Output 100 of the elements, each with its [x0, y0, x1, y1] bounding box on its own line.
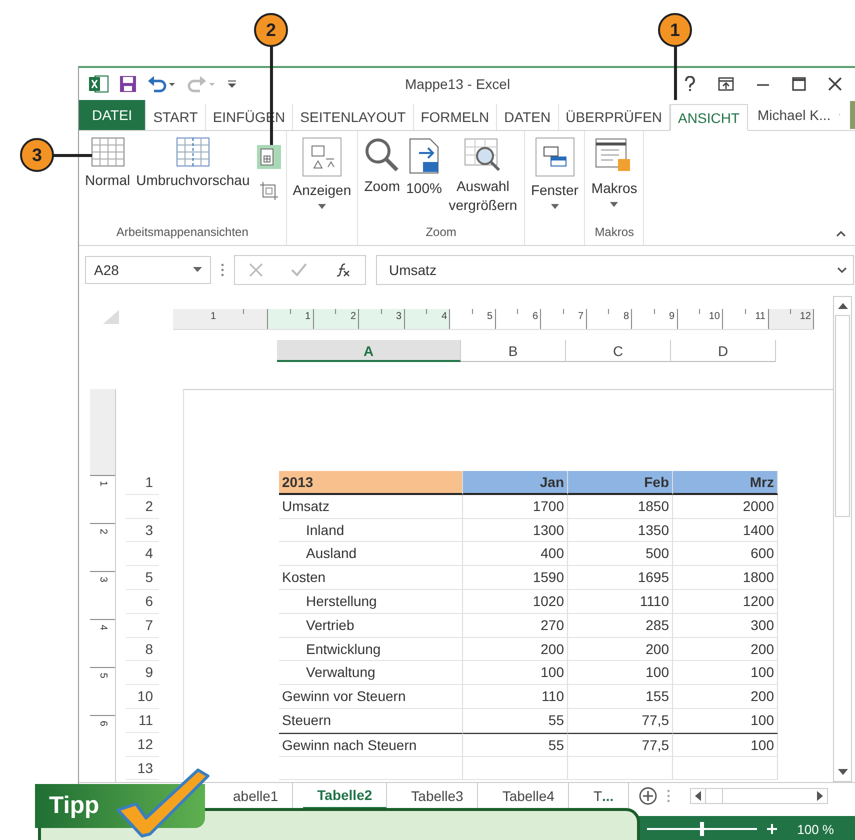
table-cell: 270	[463, 614, 568, 638]
table-cell: 200	[568, 638, 673, 662]
maximize-icon[interactable]	[792, 77, 806, 91]
column-header[interactable]: C	[566, 340, 671, 362]
ribbon-button[interactable]: Normal	[82, 135, 134, 192]
name-box[interactable]: A28	[85, 256, 211, 284]
ribbon-button[interactable]: Umbruchvorschau	[133, 135, 253, 192]
table-cell: 400	[463, 542, 568, 566]
row-header[interactable]: 10	[126, 685, 159, 709]
show-icon	[302, 137, 342, 177]
table-cell: 155	[568, 685, 673, 709]
column-header[interactable]: B	[461, 340, 566, 362]
ribbon-button[interactable]: 100%	[403, 135, 445, 200]
undo-icon[interactable]	[147, 75, 177, 93]
table-cell: Kosten	[279, 566, 463, 590]
page-arrow-icon	[407, 137, 442, 175]
ruler-number: 2	[97, 528, 108, 534]
row-header[interactable]: 9	[126, 661, 159, 686]
table-cell: 1300	[463, 518, 568, 542]
row-header[interactable]: 7	[126, 614, 159, 638]
ribbon-display-icon[interactable]	[718, 77, 734, 91]
row-header[interactable]: 5	[126, 566, 159, 590]
scroll-down-icon[interactable]	[838, 769, 848, 775]
user-name[interactable]: Michael K...	[748, 107, 839, 123]
zoom-level[interactable]: 100 %	[797, 822, 834, 836]
ribbon-button[interactable]: Auswahl vergrößern	[444, 135, 521, 217]
row-header[interactable]: 8	[126, 638, 159, 662]
formula-field[interactable]: Umsatz	[376, 255, 854, 285]
page-icon	[260, 148, 274, 166]
table-cell: 77,5	[568, 732, 673, 757]
table-cell: Feb	[568, 471, 673, 495]
ruler-number: 1	[97, 480, 108, 486]
ribbon-button[interactable]: Fenster	[528, 135, 582, 211]
zoom-slider[interactable]	[647, 822, 758, 836]
vertical-scrollbar[interactable]	[833, 296, 852, 782]
table-cell: Gewinn nach Steuern	[279, 732, 463, 757]
table-cell: 600	[673, 542, 778, 566]
ribbon-tab[interactable]: ANSICHT	[670, 104, 748, 131]
function-icon[interactable]	[335, 262, 351, 278]
leader-line	[674, 45, 677, 100]
table-cell: 1400	[673, 518, 778, 542]
table-cell: 100	[673, 661, 778, 686]
table-cell: 100	[673, 708, 778, 733]
table-cell: 100	[463, 661, 568, 686]
check-icon[interactable]	[291, 263, 307, 277]
view-button[interactable]	[256, 145, 281, 169]
column-header[interactable]: A	[277, 340, 461, 362]
table-cell: Inland	[279, 518, 463, 542]
drag-handle-icon[interactable]	[221, 263, 224, 277]
callout-marker: 3	[20, 138, 54, 172]
table-cell: 1590	[463, 566, 568, 590]
row-header[interactable]: 11	[126, 708, 159, 733]
table-cell: 100	[568, 661, 673, 686]
scroll-left-icon[interactable]	[694, 791, 701, 801]
magnifier-icon	[364, 137, 400, 173]
ruler-number: 10	[708, 310, 721, 322]
scroll-right-icon[interactable]	[816, 791, 823, 801]
group-label: Arbeitsmappenansichten	[116, 225, 248, 241]
ribbon-tab[interactable]: DATEI	[79, 100, 146, 130]
table-cell: 100	[673, 732, 778, 757]
ruler-number: 5	[97, 672, 108, 678]
row-header[interactable]: 13	[126, 756, 159, 780]
drag-handle-icon[interactable]	[666, 789, 670, 803]
table-cell: Entwicklung	[279, 638, 463, 662]
table-cell: 1200	[673, 590, 778, 614]
collapse-ribbon-icon[interactable]	[836, 230, 846, 237]
windows-icon	[534, 137, 575, 177]
row-header[interactable]: 1	[126, 471, 159, 495]
ruler-number: 9	[668, 310, 676, 322]
row-header[interactable]: 6	[126, 590, 159, 614]
customize-icon[interactable]	[227, 79, 237, 89]
ribbon-button[interactable]: Makros	[588, 135, 640, 209]
table-cell: 110	[463, 685, 568, 709]
scroll-up-icon[interactable]	[838, 303, 848, 309]
row-header[interactable]: 12	[126, 732, 159, 757]
close-icon[interactable]	[828, 77, 842, 91]
sheet-tab[interactable]: Tabelle2	[303, 783, 388, 809]
column-header[interactable]: D	[671, 340, 776, 362]
table-cell: 200	[673, 638, 778, 662]
row-header[interactable]: 2	[126, 494, 159, 519]
row-header[interactable]: 4	[126, 542, 159, 566]
table-cell: Verwaltung	[279, 661, 463, 686]
frame-icon	[260, 182, 278, 200]
window-title: Mappe13 - Excel	[404, 76, 512, 92]
table-cell: 1695	[568, 566, 673, 590]
add-sheet-icon[interactable]	[638, 787, 657, 805]
table-cell: 2013	[279, 471, 463, 495]
ruler-number: 11	[755, 310, 766, 322]
table-cell: 300	[673, 614, 778, 638]
table-cell: 55	[463, 732, 568, 757]
table-cell: Steuern	[279, 708, 463, 733]
save-icon[interactable]	[119, 75, 137, 93]
zoom-in-icon[interactable]	[767, 824, 778, 834]
ribbon-button[interactable]: Anzeigen	[290, 135, 354, 211]
ruler-number: 1	[210, 310, 217, 322]
horizontal-scrollbar[interactable]	[690, 788, 828, 804]
row-header[interactable]: 3	[126, 518, 159, 542]
help-icon[interactable]	[684, 76, 696, 92]
ribbon-button[interactable]: Zoom	[361, 135, 404, 198]
ruler-number: 6	[532, 310, 539, 322]
